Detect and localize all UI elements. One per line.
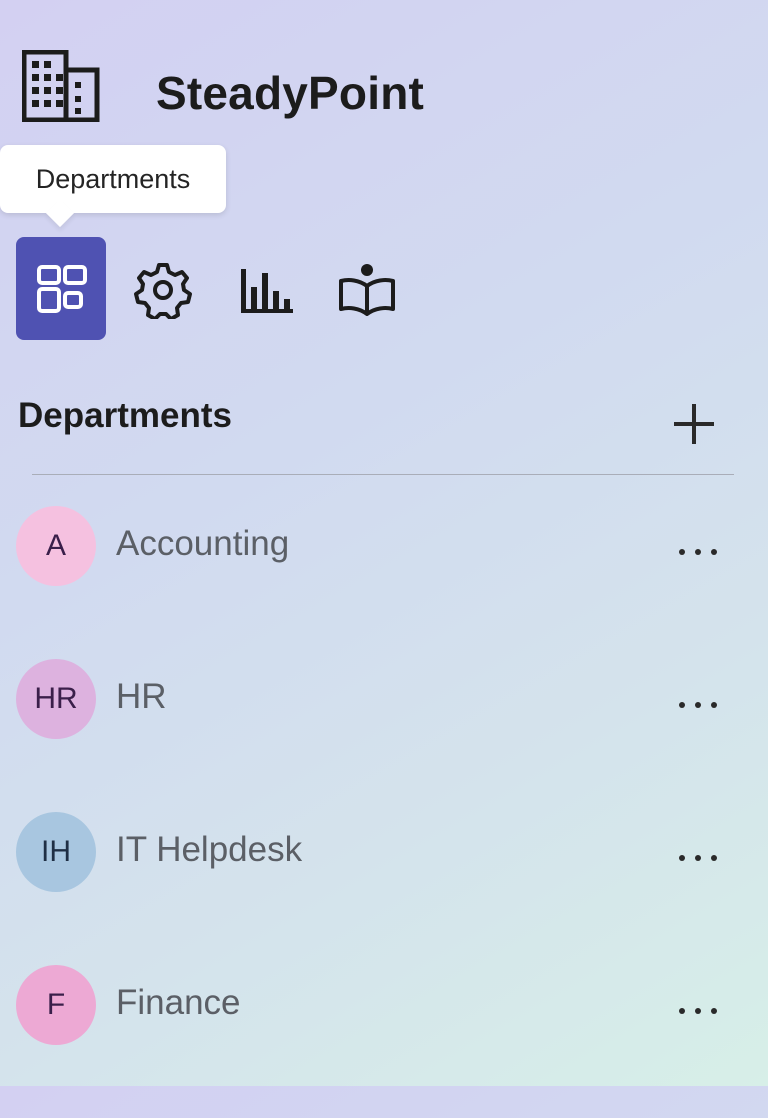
avatar: F xyxy=(16,965,96,1045)
department-name: HR xyxy=(116,677,167,716)
nav-bar xyxy=(16,237,424,340)
grid-apps-icon xyxy=(37,264,87,313)
nav-reports-button[interactable] xyxy=(220,237,310,340)
avatar: IH xyxy=(16,812,96,892)
more-horizontal-icon[interactable] xyxy=(676,848,720,868)
tooltip: Departments xyxy=(0,145,226,213)
nav-departments-button[interactable] xyxy=(16,237,106,340)
department-name: Finance xyxy=(116,983,241,1022)
gear-icon xyxy=(134,262,192,319)
department-item[interactable]: HR HR xyxy=(16,659,734,812)
book-reader-icon xyxy=(339,263,395,316)
more-horizontal-icon[interactable] xyxy=(676,1001,720,1021)
department-name: IT Helpdesk xyxy=(116,830,303,869)
bar-chart-icon xyxy=(241,268,293,313)
avatar: A xyxy=(16,506,96,586)
nav-settings-button[interactable] xyxy=(118,237,208,340)
more-horizontal-icon[interactable] xyxy=(676,695,720,715)
divider xyxy=(32,474,734,475)
department-list: A Accounting HR HR IH IT Helpdesk F Fina… xyxy=(16,506,734,1118)
department-item[interactable]: IH IT Helpdesk xyxy=(16,812,734,965)
section-header: Departments xyxy=(18,392,736,452)
department-name: Accounting xyxy=(116,524,290,563)
more-horizontal-icon[interactable] xyxy=(676,542,720,562)
building-icon xyxy=(22,50,100,122)
avatar: HR xyxy=(16,659,96,739)
app-header: SteadyPoint xyxy=(22,50,424,122)
nav-learning-button[interactable] xyxy=(322,237,412,340)
department-item[interactable]: F Finance xyxy=(16,965,734,1118)
section-title: Departments xyxy=(18,396,232,435)
app-title: SteadyPoint xyxy=(156,67,425,119)
plus-icon[interactable] xyxy=(672,402,716,446)
department-item[interactable]: A Accounting xyxy=(16,506,734,659)
